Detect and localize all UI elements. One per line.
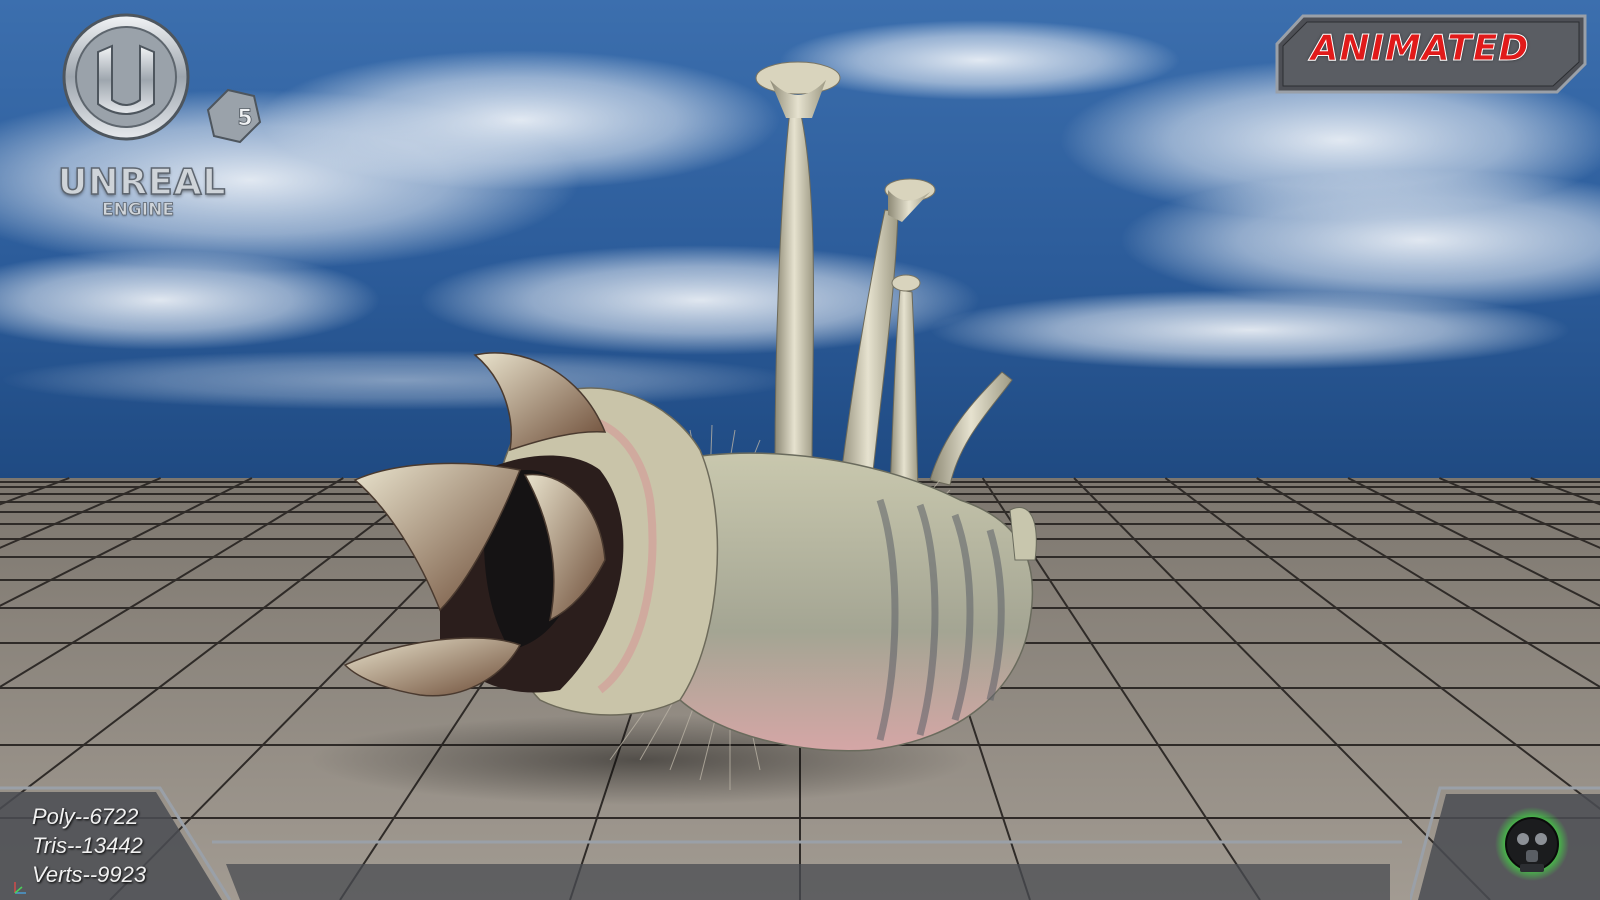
- axis-gizmo-icon: [14, 882, 26, 894]
- animated-badge: ANIMATED: [1275, 14, 1587, 94]
- stat-poly: Poly--6722: [32, 804, 139, 829]
- logo-wordmark: UNREAL: [57, 161, 227, 204]
- stat-verts: Verts--9923: [32, 862, 147, 887]
- badge-label: ANIMATED: [1310, 28, 1530, 70]
- stat-tris: Tris--13442: [32, 833, 143, 858]
- author-badge-panel: [1410, 784, 1600, 900]
- logo-version: 5: [237, 106, 253, 132]
- logo-subtitle: ENGINE: [102, 200, 175, 221]
- stats-panel: Poly--6722 Tris--13442 Verts--9923: [0, 784, 235, 900]
- unreal-engine-logo: UNREAL ENGINE 5: [28, 12, 278, 220]
- gas-mask-icon: [1495, 807, 1569, 881]
